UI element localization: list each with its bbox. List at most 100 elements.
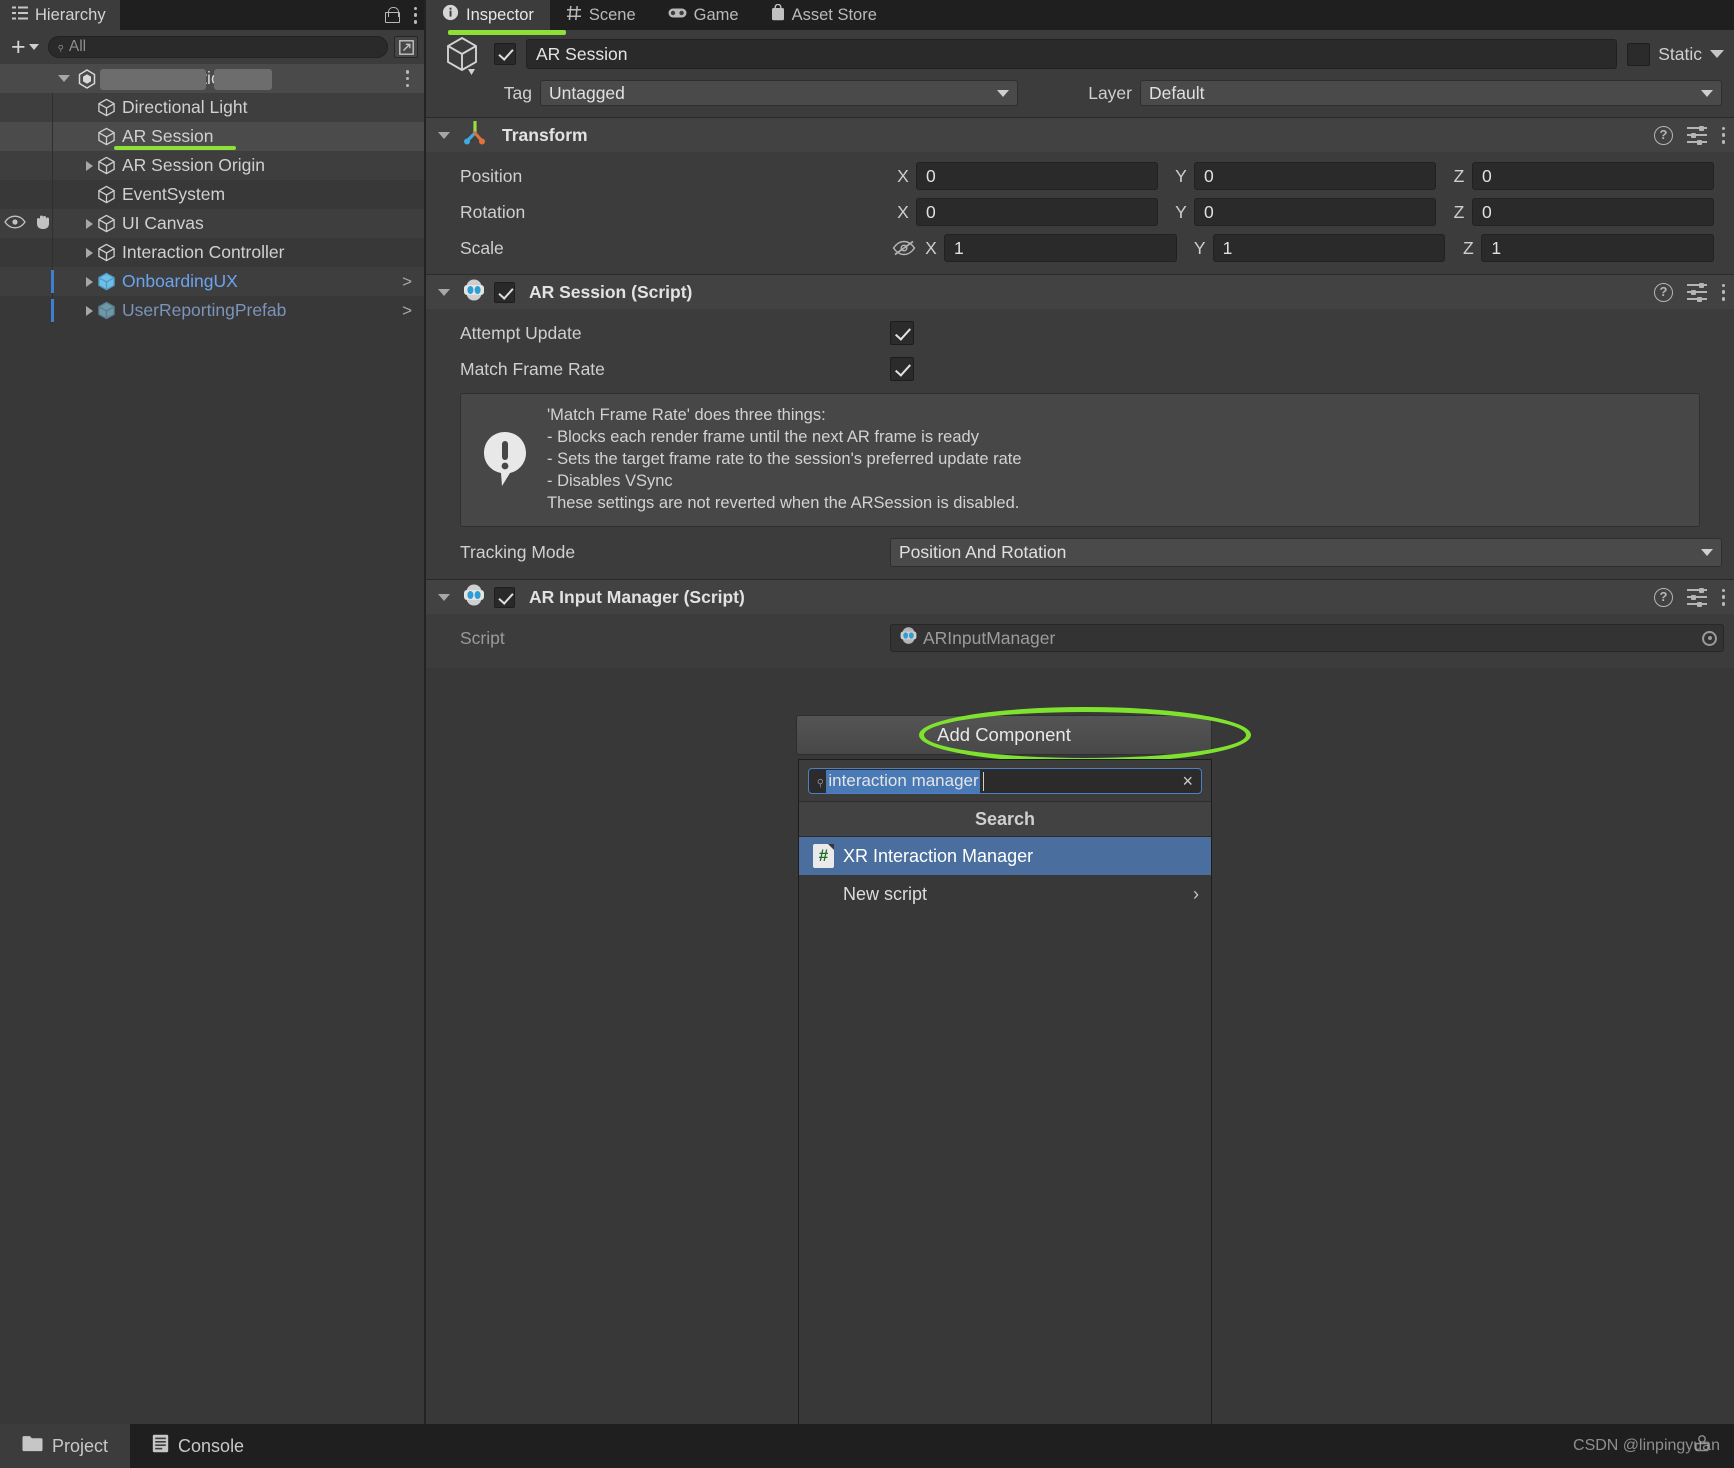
match-frame-rate-row: Match Frame Rate [426,351,1734,387]
attempt-update-checkbox[interactable] [890,321,914,345]
tab-hierarchy[interactable]: Hierarchy [0,0,121,30]
component-transform-header[interactable]: Transform ? [426,118,1734,152]
position-y-input[interactable]: 0 [1194,162,1436,190]
script-row: Script ARInputManager [426,620,1734,656]
preset-icon[interactable] [1687,587,1707,607]
scene-menu-icon[interactable] [405,70,410,87]
foldout-closed-icon[interactable] [86,276,93,287]
component-search-field[interactable]: ⌕ interaction manager × [808,768,1202,794]
component-menu-icon[interactable] [1721,126,1726,144]
tracking-mode-dropdown[interactable]: Position And Rotation [890,537,1722,567]
axis-z-label: Z [1453,165,1465,186]
foldout-closed-icon[interactable] [86,218,93,229]
tag-dropdown[interactable]: Untagged [540,80,1018,106]
transform-position-row: Position X 0 Y 0 Z 0 [426,158,1734,194]
eye-off-icon[interactable] [890,240,918,256]
hierarchy-item-label: EventSystem [122,184,226,204]
scale-x-input[interactable]: 1 [944,234,1177,262]
tree-guide-line [52,180,53,209]
hierarchy-item-ar-session-origin[interactable]: AR Session Origin [0,151,424,180]
rotation-y-input[interactable]: 0 [1194,198,1436,226]
hierarchy-search-input[interactable] [68,38,379,56]
hierarchy-item-onboardingux[interactable]: OnboardingUX > [0,267,424,296]
foldout-icon[interactable] [438,131,450,139]
helpbox-line-5: These settings are not reverted when the… [547,494,1020,512]
preset-icon[interactable] [1687,125,1707,145]
tab-hierarchy-label: Hierarchy [35,5,106,24]
eye-icon[interactable] [4,213,26,234]
gameobject-icon [440,34,484,75]
visibility-controls[interactable] [4,213,54,235]
hierarchy-item-ui-canvas[interactable]: UI Canvas [0,209,424,238]
scale-z-input[interactable]: 1 [1481,234,1715,262]
help-icon[interactable]: ? [1654,587,1673,607]
tab-asset-store-label: Asset Store [791,5,877,24]
layer-dropdown[interactable]: Default [1140,80,1722,106]
gameobject-cube-icon [97,214,116,233]
clear-search-icon[interactable]: × [1182,772,1193,790]
hierarchy-item-interaction-controller[interactable]: Interaction Controller [0,238,424,267]
tracking-mode-value: Position And Rotation [899,541,1067,562]
tab-scene[interactable]: Scene [550,0,652,30]
static-dropdown-icon[interactable] [1710,50,1724,58]
ar-session-enabled-checkbox[interactable] [494,281,515,303]
hand-icon[interactable] [34,213,54,235]
axis-z-label: Z [1462,237,1474,258]
ar-input-manager-enabled-checkbox[interactable] [494,586,515,608]
tab-console[interactable]: Console [130,1424,266,1468]
hierarchy-item-ar-session[interactable]: AR Session [0,122,424,151]
hierarchy-item-userreportingprefab[interactable]: UserReportingPrefab > [0,296,424,325]
position-x-input[interactable]: 0 [916,162,1158,190]
scale-y-input[interactable]: 1 [1212,234,1446,262]
tab-game[interactable]: Game [652,0,755,30]
component-ar-session-header[interactable]: AR Session (Script) ? [426,275,1734,309]
foldout-icon[interactable] [438,593,450,601]
foldout-closed-icon[interactable] [86,305,93,316]
hierarchy-item-label: UI Canvas [122,213,204,233]
component-transform-title: Transform [502,124,588,145]
lock-icon[interactable] [384,7,400,23]
info-icon [442,4,459,26]
position-z-input[interactable]: 0 [1472,162,1714,190]
tab-project[interactable]: Project [0,1424,131,1468]
enter-prefab-arrow-icon[interactable]: > [402,301,412,321]
unity-scene-icon [77,69,96,89]
help-icon[interactable]: ? [1654,125,1673,145]
component-ar-input-manager-header[interactable]: AR Input Manager (Script) ? [426,580,1734,614]
static-checkbox[interactable] [1627,42,1651,66]
object-picker-icon[interactable] [1702,630,1717,646]
foldout-open-icon[interactable] [58,75,70,82]
foldout-icon[interactable] [438,288,450,296]
component-menu-icon[interactable] [1721,588,1726,606]
gameobject-name-field[interactable]: AR Session [526,39,1618,69]
tab-inspector[interactable]: Inspector [426,0,550,30]
tag-label: Tag [503,82,532,103]
hierarchy-search[interactable]: ⌕ [47,36,388,58]
result-new-script[interactable]: New script › [799,875,1211,913]
match-frame-rate-checkbox[interactable] [890,357,914,381]
result-xr-interaction-manager[interactable]: # XR Interaction Manager [799,837,1211,875]
tab-asset-store[interactable]: Asset Store [755,0,893,30]
enter-prefab-arrow-icon[interactable]: > [402,272,412,292]
gameobject-cube-icon [97,98,116,117]
hierarchy-item-globesimulation[interactable]: GlobeSimulation* [0,64,424,93]
component-search-value: interaction manager [826,769,980,793]
foldout-closed-icon[interactable] [86,160,93,171]
gameobject-enabled-checkbox[interactable] [494,43,516,65]
help-icon[interactable]: ? [1654,282,1673,302]
script-object-field[interactable]: ARInputManager [890,624,1724,652]
preset-icon[interactable] [1687,282,1707,302]
component-menu-icon[interactable] [1721,283,1726,301]
inspector-object-header: AR Session Static Tag Untagged Layer Def… [426,30,1734,117]
foldout-closed-icon[interactable] [86,247,93,258]
hierarchy-menu-icon[interactable] [413,6,418,24]
create-button[interactable]: + [8,35,42,60]
popout-button[interactable] [394,36,418,58]
rotation-z-input[interactable]: 0 [1472,198,1714,226]
tab-console-label: Console [178,1435,245,1456]
add-component-button[interactable]: Add Component [796,715,1212,755]
prefab-indicator [51,270,54,293]
rotation-x-input[interactable]: 0 [916,198,1158,226]
hierarchy-item-directional-light[interactable]: Directional Light [0,93,424,122]
hierarchy-item-eventsystem[interactable]: EventSystem [0,180,424,209]
